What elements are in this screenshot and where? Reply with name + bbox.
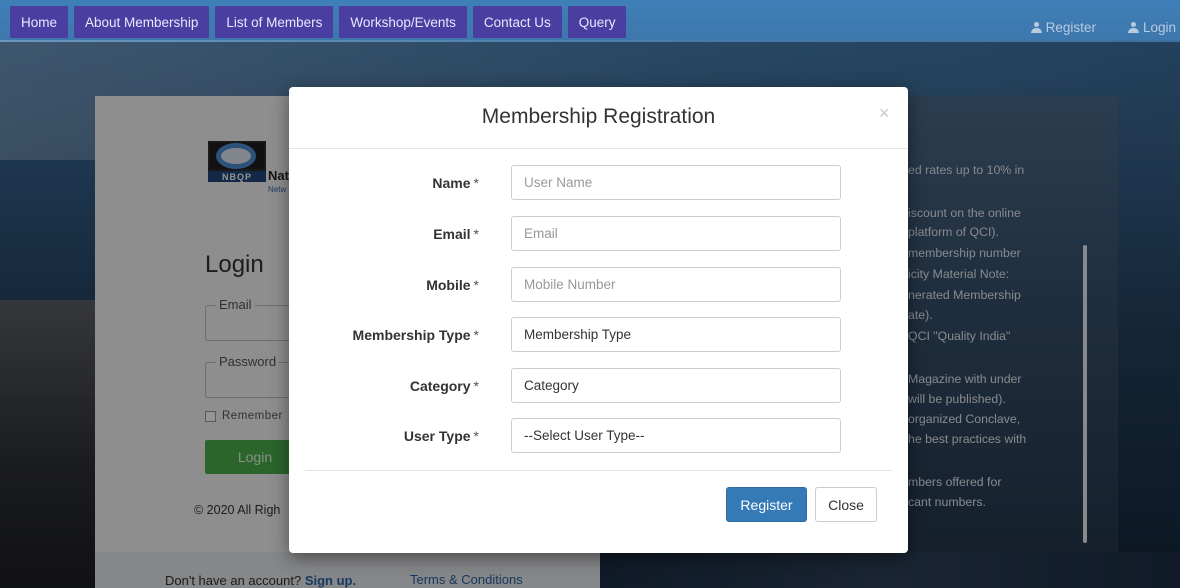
nav-register-label: Register (1045, 20, 1096, 35)
nav-register-link[interactable]: Register (1030, 20, 1096, 35)
email-input[interactable] (511, 216, 841, 251)
form-row-category: Category * Category (289, 368, 908, 403)
modal-close-icon[interactable]: × (879, 103, 890, 124)
nav-item-about-membership[interactable]: About Membership (74, 6, 210, 38)
modal-title: Membership Registration (481, 105, 716, 128)
required-mark: * (473, 174, 479, 191)
membership-type-label-text: Membership Type (352, 326, 471, 343)
nav-login-label: Login (1142, 20, 1176, 35)
required-mark: * (473, 326, 479, 343)
form-row-name: Name * (289, 165, 908, 200)
user-type-label: User Type * (289, 418, 479, 453)
email-label: Email * (289, 216, 479, 251)
membership-registration-modal: Membership Registration × Name* Email* M… (289, 87, 908, 553)
membership-type-select[interactable]: Membership Type (511, 317, 841, 352)
category-label: Category * (289, 368, 479, 403)
mobile-input[interactable] (511, 267, 841, 302)
nav-item-home[interactable]: Home (10, 6, 69, 38)
required-mark: * (473, 276, 479, 293)
close-button[interactable]: Close (815, 487, 877, 522)
name-label-text: Name (432, 174, 471, 191)
nav-item-contact-us[interactable]: Contact Us (472, 6, 562, 38)
user-icon (1030, 22, 1042, 33)
register-button[interactable]: Register (726, 487, 807, 522)
category-label-text: Category (409, 377, 471, 394)
user-icon (1127, 22, 1139, 33)
email-label-text: Email (433, 225, 471, 242)
user-type-label-text: User Type (403, 427, 471, 444)
name-label: Name * (289, 165, 479, 200)
required-mark: * (473, 427, 479, 444)
nav-login-link[interactable]: Login (1127, 20, 1176, 35)
nav-auth-links: Register Login (1030, 20, 1176, 35)
nav-item-query[interactable]: Query (567, 6, 627, 38)
modal-footer-divider (305, 470, 892, 471)
modal-header: Membership Registration × (289, 87, 908, 149)
mobile-label-text: Mobile (426, 276, 471, 293)
nav-menu: Home About Membership List of Members Wo… (10, 6, 627, 38)
user-type-select[interactable]: --Select User Type-- (511, 418, 841, 453)
name-input[interactable] (511, 165, 841, 200)
top-navbar: Home About Membership List of Members Wo… (0, 0, 1180, 42)
required-mark: * (473, 225, 479, 242)
mobile-label: Mobile * (289, 267, 479, 302)
required-mark: * (473, 377, 479, 394)
form-row-membership-type: Membership Type * Membership Type (289, 317, 908, 352)
nav-item-list-of-members[interactable]: List of Members (215, 6, 334, 38)
form-row-email: Email * (289, 216, 908, 251)
category-select[interactable]: Category (511, 368, 841, 403)
form-row-mobile: Mobile * (289, 267, 908, 302)
membership-type-label: Membership Type * (289, 317, 479, 352)
form-row-user-type: User Type * --Select User Type-- (289, 418, 908, 453)
nav-item-workshop-events[interactable]: Workshop/Events (339, 6, 467, 38)
